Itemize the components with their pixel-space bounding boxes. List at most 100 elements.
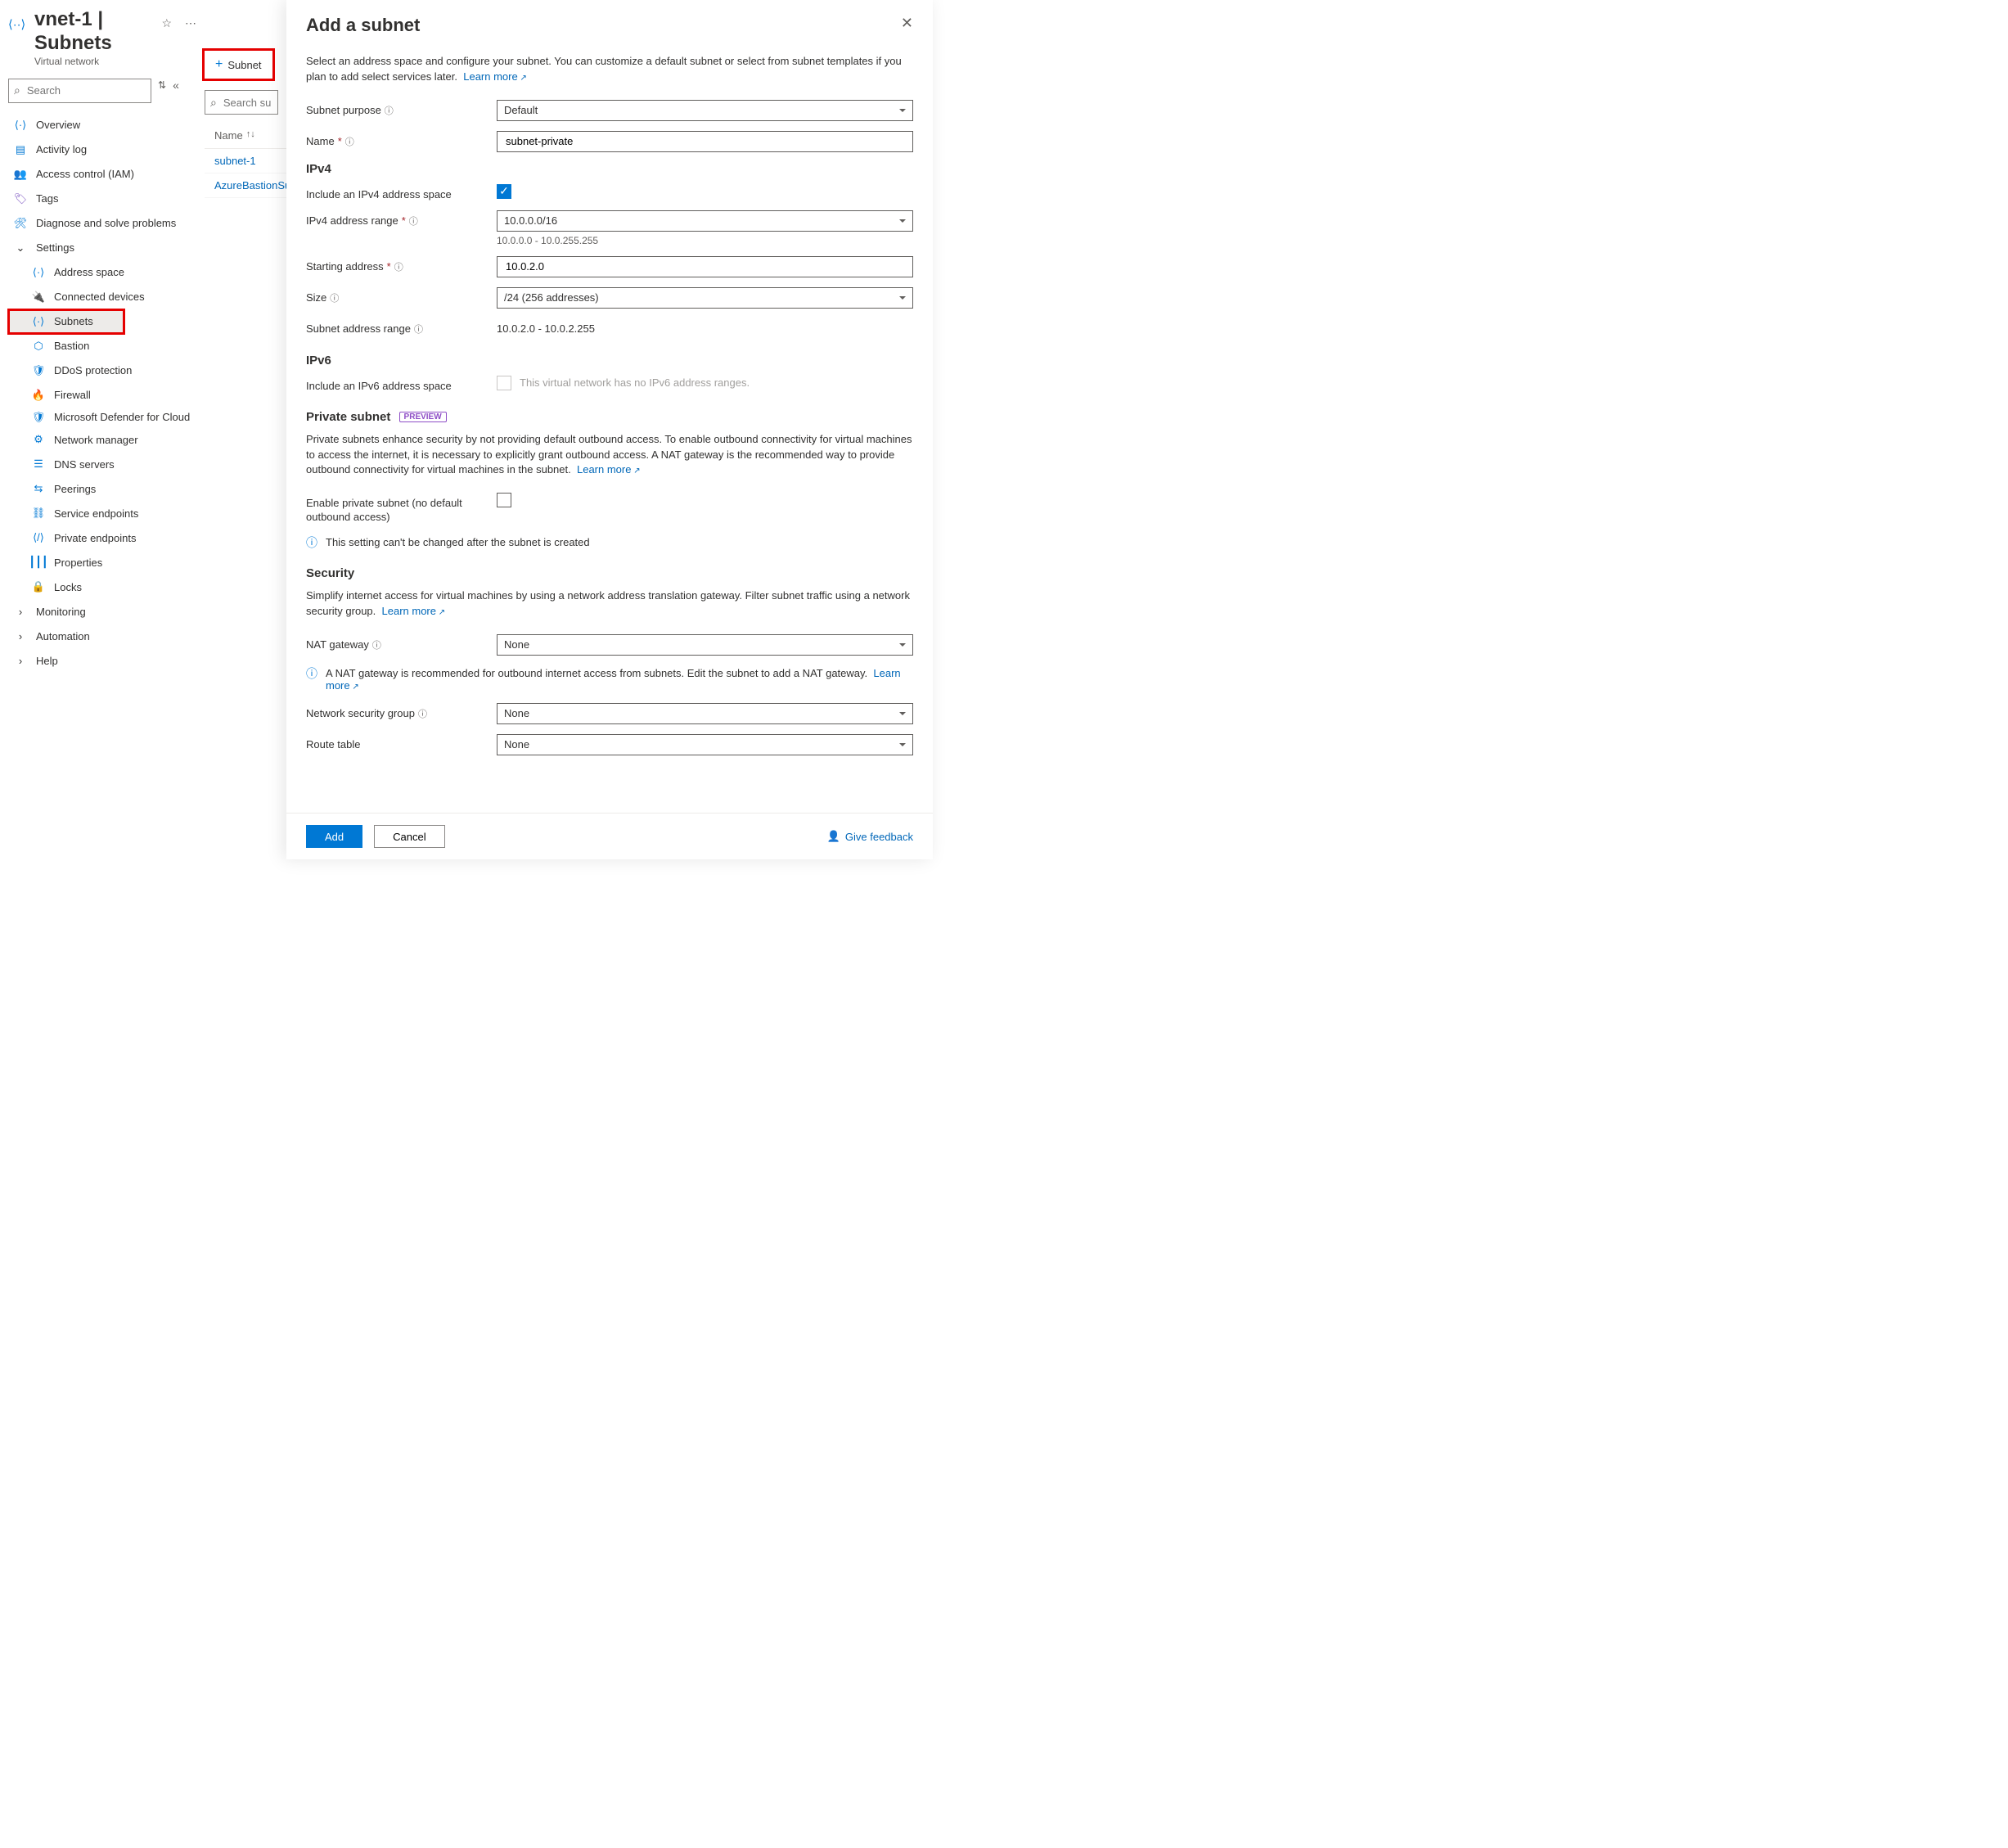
nav-item-label: Tags [36,192,58,205]
nav-locks[interactable]: 🔒 Locks [8,575,196,599]
name-input[interactable] [504,134,906,148]
search-icon: ⌕ [210,96,217,110]
nsg-value: None [504,707,529,719]
activity-log-icon: ▤ [13,143,28,156]
service-endpoints-icon: ⛓ [31,507,46,520]
private-enable-label: Enable private subnet (no default outbou… [306,497,497,525]
nav-item-label: Private endpoints [54,532,136,544]
network-manager-icon: ⚙ [31,433,46,446]
nav-iam[interactable]: 👥 Access control (IAM) [8,162,196,187]
route-select[interactable]: None [497,734,913,755]
nav-properties[interactable]: ┃┃┃ Properties [8,550,196,575]
nav-diagnose[interactable]: 🛠 Diagnose and solve problems [8,211,196,236]
collapse-nav-icon[interactable]: « [173,79,179,92]
table-header[interactable]: Name ↑↓ [205,123,286,149]
nav-connected-devices[interactable]: 🔌 Connected devices [8,285,196,309]
address-space-icon: ⟨·⟩ [31,266,46,279]
defender-icon: 🛡 [31,411,46,424]
private-info-box: ⓘ This setting can't be changed after th… [306,536,913,548]
subnet-search[interactable]: ⌕ [205,90,278,115]
nav-item-label: Bastion [54,340,89,352]
nav-service-endpoints[interactable]: ⛓ Service endpoints [8,501,196,525]
private-enable-checkbox[interactable] [497,493,511,507]
give-feedback-link[interactable]: 👤 Give feedback [827,830,913,843]
chevron-down-icon: ⌄ [13,241,28,255]
nav-item-label: Diagnose and solve problems [36,217,176,229]
nsg-select[interactable]: None [497,703,913,724]
ipv4-range-value: 10.0.0.0/16 [504,214,557,227]
chevron-down-icon [899,296,906,303]
expand-collapse-icon[interactable]: ⇅ [158,79,166,91]
info-icon[interactable]: ⓘ [385,104,394,117]
page-subtitle: Virtual network [34,56,148,67]
search-icon: ⌕ [14,83,20,97]
ipv4-include-checkbox[interactable]: ✓ [497,184,511,199]
ipv4-range-select[interactable]: 10.0.0.0/16 [497,210,913,232]
security-heading: Security [306,566,913,580]
private-endpoints-icon: ⟨/⟩ [31,531,46,544]
nav-search-input[interactable] [25,83,173,97]
info-icon[interactable]: ⓘ [418,707,427,720]
chevron-down-icon [899,219,906,226]
start-label: Starting address [306,260,384,273]
close-icon[interactable]: ✕ [901,15,913,32]
nav-item-label: DNS servers [54,458,115,471]
nav-ddos[interactable]: 🛡 DDoS protection [8,358,196,383]
info-icon[interactable]: ⓘ [414,322,423,336]
nav-address-space[interactable]: ⟨·⟩ Address space [8,260,196,285]
desc-text: Select an address space and configure yo… [306,55,902,83]
add-button[interactable]: Add [306,825,362,848]
ipv6-include-checkbox [497,376,511,390]
add-subnet-label: Subnet [227,59,261,71]
nav-dns[interactable]: ☰ DNS servers [8,452,196,476]
nav-monitoring-expander[interactable]: › Monitoring [8,599,196,624]
bastion-icon: ⬡ [31,340,46,353]
table-row[interactable]: subnet-1 [205,149,286,174]
chevron-down-icon [899,109,906,115]
nav-subnets[interactable]: ⟨·⟩ Subnets [8,309,124,334]
size-select[interactable]: /24 (256 addresses) [497,287,913,309]
info-icon[interactable]: ⓘ [372,638,381,651]
nav-item-label: Peerings [54,483,96,495]
info-icon[interactable]: ⓘ [330,291,339,304]
table-row[interactable]: AzureBastionSubnet [205,174,286,198]
nav-bastion[interactable]: ⬡ Bastion [8,334,196,358]
feedback-label: Give feedback [845,831,913,843]
ipv4-include-label: Include an IPv4 address space [306,188,452,201]
preview-badge: PREVIEW [399,412,447,422]
nav-overview[interactable]: ⟨·⟩ Overview [8,113,196,137]
info-icon[interactable]: ⓘ [409,214,418,228]
info-icon[interactable]: ⓘ [394,260,403,273]
nav-defender[interactable]: 🛡 Microsoft Defender for Cloud [8,408,196,428]
nav-peerings[interactable]: ⇆ Peerings [8,476,196,501]
purpose-select[interactable]: Default [497,100,913,121]
nav-network-manager[interactable]: ⚙ Network manager [8,427,196,452]
nat-info-text: A NAT gateway is recommended for outboun… [326,667,867,679]
ipv4-range-label: IPv4 address range [306,214,398,227]
size-label: Size [306,291,326,304]
nav-tags[interactable]: 🏷 Tags [8,187,196,211]
overview-icon: ⟨·⟩ [13,119,28,132]
nav-item-label: Settings [36,241,74,254]
nav-search[interactable]: ⌕ [8,79,151,103]
nav-firewall[interactable]: 🔥 Firewall [8,383,196,408]
learn-more-link[interactable]: Learn more [577,463,641,476]
learn-more-link[interactable]: Learn more [382,605,446,617]
nsg-label: Network security group [306,707,415,719]
info-icon[interactable]: ⓘ [345,135,354,148]
nav-automation-expander[interactable]: › Automation [8,624,196,648]
cancel-button[interactable]: Cancel [374,825,444,848]
purpose-label: Subnet purpose [306,104,381,116]
nat-select[interactable]: None [497,634,913,656]
nav-private-endpoints[interactable]: ⟨/⟩ Private endpoints [8,525,196,550]
nav-help-expander[interactable]: › Help [8,648,196,673]
learn-more-link[interactable]: Learn more [463,70,527,83]
more-icon[interactable]: ⋯ [185,16,196,30]
nav-item-label: Access control (IAM) [36,168,134,180]
add-subnet-button[interactable]: + Subnet [207,53,270,76]
nav-activity-log[interactable]: ▤ Activity log [8,137,196,162]
start-input[interactable] [504,259,906,273]
subnet-search-input[interactable] [222,96,272,110]
nav-settings-expander[interactable]: ⌄ Settings [8,236,196,260]
favorite-icon[interactable]: ☆ [161,16,172,30]
